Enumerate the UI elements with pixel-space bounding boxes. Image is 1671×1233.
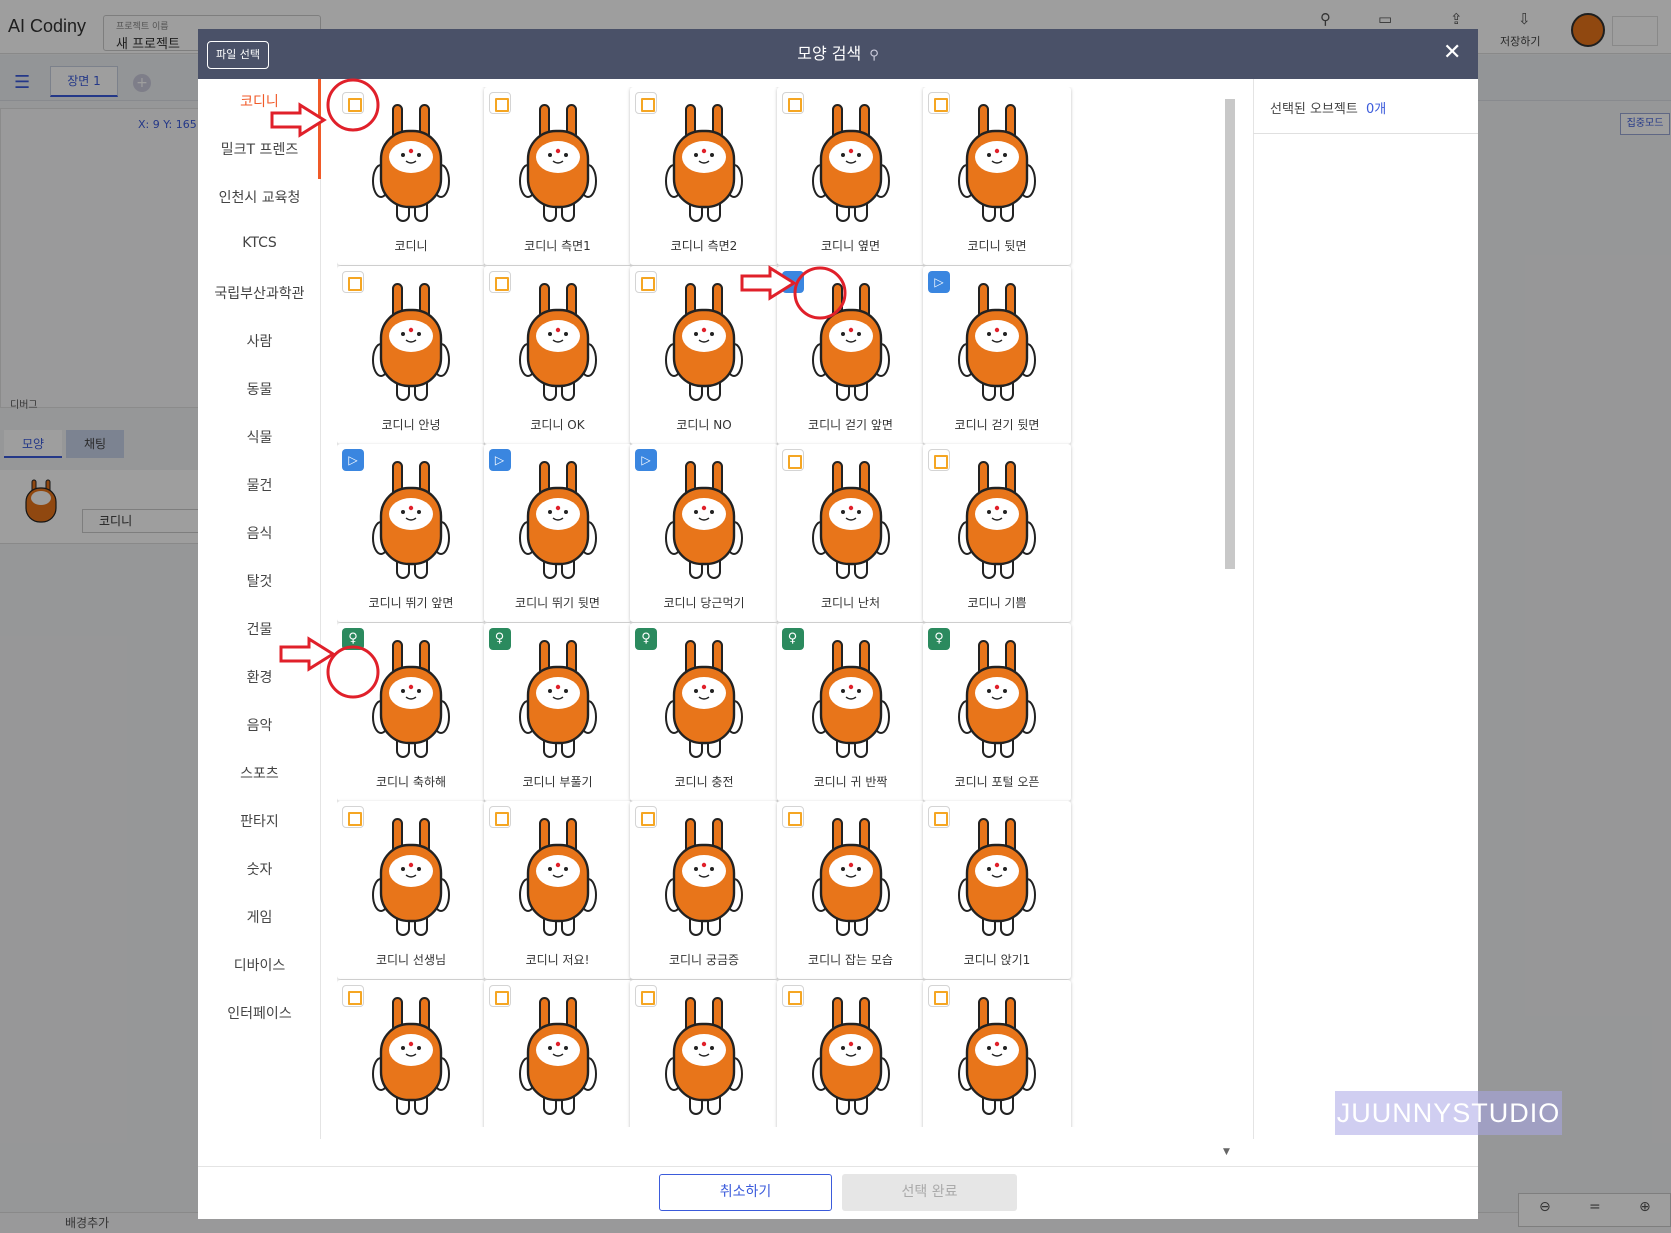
annotation-arrow [270,102,327,138]
annotation-circle [793,266,847,320]
annotation-layer [270,78,847,699]
annotation-circle [326,645,380,699]
annotation-arrow [740,265,797,301]
annotation-circle [326,78,380,132]
annotation-arrow [279,636,336,672]
